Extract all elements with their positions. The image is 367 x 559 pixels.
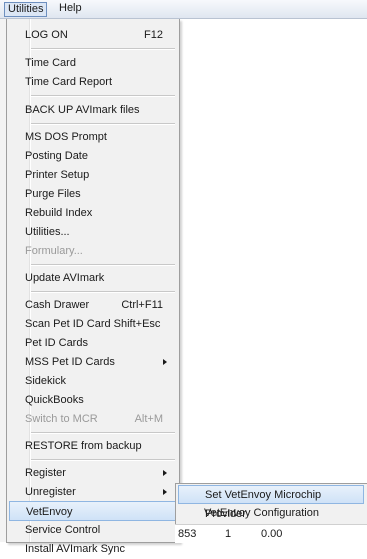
- menu-item-label: Pet ID Cards: [25, 337, 88, 349]
- background-grid-row: 853 1 0.00: [175, 524, 367, 543]
- menu-item-cash-drawer[interactable]: Cash Drawer Ctrl+F11: [9, 295, 177, 315]
- menu-item-rebuild-index[interactable]: Rebuild Index: [9, 203, 177, 223]
- menu-item-label: Posting Date: [25, 150, 88, 162]
- menu-item-vetenvoy[interactable]: VetEnvoy: [9, 501, 177, 521]
- menu-item-label: RESTORE from backup: [25, 440, 142, 452]
- menu-item-install-avimark-sync[interactable]: Install AVImark Sync: [9, 539, 177, 559]
- menu-item-mss-pet-id-cards[interactable]: MSS Pet ID Cards: [9, 352, 177, 372]
- utilities-menu: LOG ON F12 Time Card Time Card Report BA…: [6, 19, 180, 555]
- menu-item-label: Switch to MCR: [25, 413, 98, 425]
- menu-item-sidekick[interactable]: Sidekick: [9, 371, 177, 391]
- menu-separator: [31, 432, 175, 434]
- menu-item-label: MSS Pet ID Cards: [25, 356, 115, 368]
- menu-item-shortcut: F12: [144, 29, 163, 41]
- menu-item-label: Time Card Report: [25, 76, 113, 88]
- menu-separator: [31, 459, 175, 461]
- menu-item-label: Install AVImark Sync: [25, 543, 126, 555]
- menu-item-label: Update AVImark: [25, 272, 105, 284]
- menu-item-service-control[interactable]: Service Control: [9, 520, 177, 540]
- menu-item-update-avimark[interactable]: Update AVImark: [9, 268, 177, 288]
- menu-item-label: Utilities...: [25, 226, 70, 238]
- background-window: [180, 19, 367, 542]
- menu-item-label: Unregister: [25, 486, 76, 498]
- submenu-item-label: VetEnvoy Configuration: [204, 507, 319, 519]
- grid-cell: 853: [178, 528, 197, 540]
- submenu-arrow-icon: [163, 359, 167, 365]
- menu-item-label: MS DOS Prompt: [25, 131, 107, 143]
- menu-item-label: Scan Pet ID Card Shift+Esc: [25, 318, 161, 330]
- submenu-item-set-microchip-provider[interactable]: Set VetEnvoy Microchip Provider: [178, 485, 364, 520]
- menu-item-label: Cash Drawer: [25, 299, 90, 311]
- menu-item-log-on[interactable]: LOG ON F12: [9, 25, 177, 45]
- menu-separator: [31, 48, 175, 50]
- menu-item-label: Service Control: [25, 524, 101, 536]
- menu-item-scan-pet-id-card[interactable]: Scan Pet ID Card Shift+Esc: [9, 314, 177, 334]
- menu-item-label: BACK UP AVImark files: [25, 104, 140, 116]
- menu-item-pet-id-cards[interactable]: Pet ID Cards: [9, 333, 177, 353]
- menu-item-switch-to-mcr: Switch to MCR Alt+M: [9, 409, 177, 429]
- menu-separator: [31, 264, 175, 266]
- menu-item-purge-files[interactable]: Purge Files: [9, 184, 177, 204]
- menu-item-printer-setup[interactable]: Printer Setup: [9, 165, 177, 185]
- menu-utilities[interactable]: Utilities: [4, 2, 48, 17]
- menu-separator: [31, 123, 175, 125]
- menu-item-label: Formulary...: [25, 245, 83, 257]
- submenu-arrow-icon: [163, 489, 167, 495]
- menu-item-posting-date[interactable]: Posting Date: [9, 146, 177, 166]
- menu-separator: [31, 95, 175, 97]
- menu-item-ms-dos-prompt[interactable]: MS DOS Prompt: [9, 127, 177, 147]
- menu-item-time-card[interactable]: Time Card: [9, 53, 177, 73]
- menu-item-label: QuickBooks: [25, 394, 84, 406]
- menu-item-quickbooks[interactable]: QuickBooks: [9, 390, 177, 410]
- submenu-item-vetenvoy-configuration[interactable]: VetEnvoy Configuration: [178, 504, 364, 523]
- menu-item-label: LOG ON: [25, 29, 68, 41]
- menu-help[interactable]: Help: [56, 2, 85, 15]
- menu-item-utilities[interactable]: Utilities...: [9, 222, 177, 242]
- grid-cell: 1: [225, 528, 232, 540]
- menu-bar: Utilities Help: [0, 0, 367, 19]
- menu-item-label: Printer Setup: [25, 169, 90, 181]
- menu-item-label: Purge Files: [25, 188, 81, 200]
- grid-cell: 0.00: [261, 528, 283, 540]
- menu-item-formulary: Formulary...: [9, 241, 177, 261]
- menu-item-unregister[interactable]: Unregister: [9, 482, 177, 502]
- menu-item-label: Time Card: [25, 57, 76, 69]
- vetenvoy-submenu: Set VetEnvoy Microchip Provider VetEnvoy…: [175, 483, 367, 525]
- menu-item-register[interactable]: Register: [9, 463, 177, 483]
- menu-item-time-card-report[interactable]: Time Card Report: [9, 72, 177, 92]
- menu-item-shortcut: Ctrl+F11: [121, 299, 163, 311]
- menu-item-label: Register: [25, 467, 66, 479]
- menu-item-label: Rebuild Index: [25, 207, 93, 219]
- menu-item-restore-from-backup[interactable]: RESTORE from backup: [9, 436, 177, 456]
- menu-item-label: VetEnvoy: [26, 506, 73, 518]
- menu-item-shortcut: Alt+M: [134, 413, 163, 425]
- menu-item-backup[interactable]: BACK UP AVImark files: [9, 100, 177, 120]
- menu-separator: [31, 291, 175, 293]
- menu-item-label: Sidekick: [25, 375, 66, 387]
- submenu-arrow-icon: [163, 470, 167, 476]
